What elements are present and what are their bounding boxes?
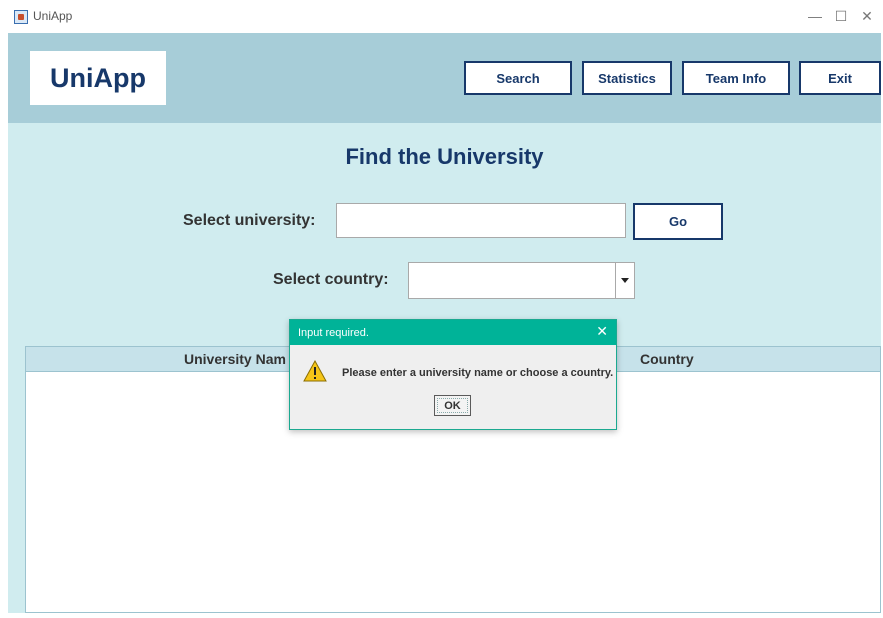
close-icon[interactable]: ✕ [855,5,879,27]
statistics-button[interactable]: Statistics [582,61,672,95]
logo: UniApp [30,51,166,105]
input-required-dialog: Input required. ✕ Please enter a univers… [289,319,617,430]
app-window: UniApp — ☐ ✕ UniApp Search Statistics Te… [0,0,883,618]
search-button[interactable]: Search [464,61,572,95]
dialog-title: Input required. [298,327,369,339]
warning-icon [303,360,327,382]
java-app-icon [14,10,28,24]
university-label: Select university: [183,212,316,229]
window-title-bar: UniApp — ☐ ✕ [0,0,883,33]
maximize-icon[interactable]: ☐ [829,5,853,27]
chevron-down-icon[interactable] [615,263,634,298]
header-bar: UniApp Search Statistics Team Info Exit [8,33,881,123]
dialog-title-bar: Input required. ✕ [290,320,616,345]
column-header-country[interactable]: Country [640,351,694,367]
country-label: Select country: [273,271,389,288]
logo-text: UniApp [50,63,146,93]
ok-button[interactable]: OK [434,395,471,416]
go-button[interactable]: Go [633,203,723,240]
team-info-button[interactable]: Team Info [682,61,790,95]
column-header-university[interactable]: University Nam [184,351,286,367]
exit-button[interactable]: Exit [799,61,881,95]
window-title: UniApp [33,9,73,23]
university-input[interactable] [336,203,626,238]
dialog-close-icon[interactable]: ✕ [596,323,608,340]
page-title: Find the University [345,144,544,169]
minimize-icon[interactable]: — [803,5,827,27]
dialog-message: Please enter a university name or choose… [342,367,614,379]
country-select[interactable] [408,262,635,299]
